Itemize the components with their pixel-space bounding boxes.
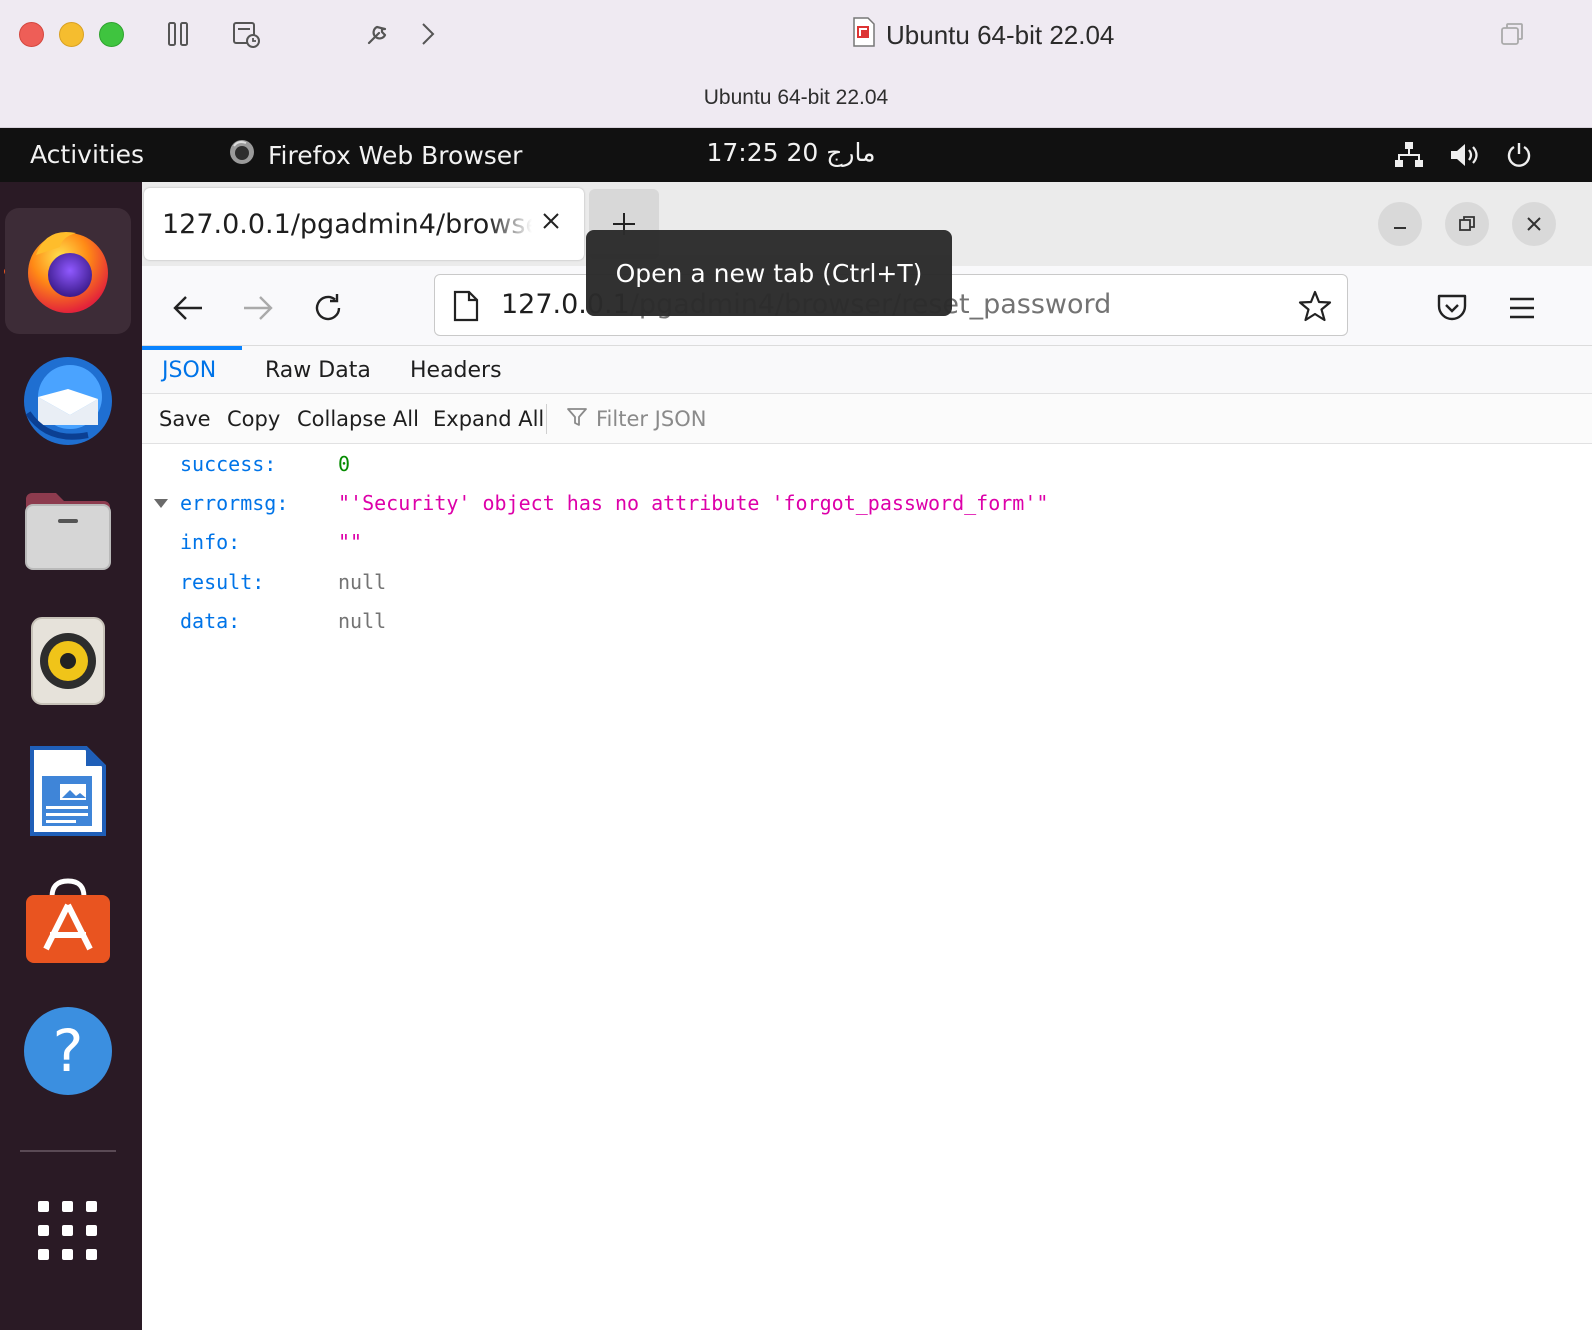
json-key: data: bbox=[180, 609, 241, 633]
json-viewer-tabs: JSON Raw Data Headers bbox=[142, 346, 1592, 394]
pocket-icon[interactable] bbox=[1430, 286, 1474, 330]
reload-icon[interactable] bbox=[306, 286, 350, 330]
filter-icon bbox=[566, 406, 588, 433]
settings-wrench-icon[interactable] bbox=[360, 16, 396, 52]
toolbar-divider bbox=[546, 404, 547, 434]
restore-browser-button[interactable] bbox=[1445, 202, 1489, 246]
zoom-window-button[interactable] bbox=[99, 22, 124, 47]
firefox-icon[interactable] bbox=[5, 208, 131, 334]
vm-document-icon bbox=[852, 16, 876, 54]
vm-window-subtitle: Ubuntu 64-bit 22.04 bbox=[703, 86, 889, 109]
libreoffice-writer-icon[interactable] bbox=[5, 728, 131, 854]
svg-text:?: ? bbox=[53, 1017, 84, 1085]
json-key: success: bbox=[180, 452, 277, 476]
json-key: errormsg: bbox=[180, 491, 289, 515]
filter-placeholder: Filter JSON bbox=[596, 407, 707, 431]
ubuntu-dock: ? bbox=[0, 182, 142, 1330]
json-key: info: bbox=[180, 530, 241, 554]
back-arrow-icon[interactable] bbox=[166, 286, 210, 330]
tab-json[interactable]: JSON bbox=[162, 346, 216, 394]
json-key: result: bbox=[180, 570, 265, 594]
chevron-right-icon[interactable] bbox=[410, 16, 446, 52]
browser-tab[interactable]: 127.0.0.1/pgadmin4/browser/reset_passwor… bbox=[144, 188, 584, 260]
filter-json-input[interactable]: Filter JSON bbox=[566, 394, 706, 444]
minimize-window-button[interactable] bbox=[59, 22, 84, 47]
firefox-window: 127.0.0.1/pgadmin4/browser/reset_passwor… bbox=[142, 182, 1592, 1330]
page-icon bbox=[453, 290, 483, 322]
rhythmbox-icon[interactable] bbox=[5, 598, 131, 724]
json-toolbar: Save Copy Collapse All Expand All Filter… bbox=[142, 394, 1592, 444]
minimize-browser-button[interactable] bbox=[1378, 202, 1422, 246]
vm-window-title-text: Ubuntu 64-bit 22.04 bbox=[886, 19, 1115, 50]
json-row-data[interactable]: data: null bbox=[142, 603, 1592, 639]
ubuntu-top-bar: Activities Firefox Web Browser 17:25 20 … bbox=[0, 128, 1592, 182]
json-row-success[interactable]: success: 0 bbox=[142, 446, 1592, 482]
vm-window-titlebar: Ubuntu 64-bit 22.04 Ubuntu 64-bit 22.04 bbox=[0, 0, 1592, 128]
help-icon[interactable]: ? bbox=[5, 988, 131, 1114]
volume-icon[interactable] bbox=[1448, 138, 1482, 172]
thunderbird-icon[interactable] bbox=[5, 338, 131, 464]
json-row-errormsg[interactable]: errormsg: "'Security' object has no attr… bbox=[142, 485, 1592, 521]
tab-title: 127.0.0.1/pgadmin4/browser/reset_passwor… bbox=[162, 208, 532, 240]
expand-all-button[interactable]: Expand All bbox=[433, 394, 544, 444]
json-value: null bbox=[338, 570, 387, 594]
hamburger-menu-icon[interactable] bbox=[1500, 286, 1544, 330]
clock[interactable]: 17:25 20 مارج bbox=[0, 138, 1592, 167]
json-value: null bbox=[338, 609, 387, 633]
vm-window-title: Ubuntu 64-bit 22.04 bbox=[852, 16, 1114, 54]
save-button[interactable]: Save bbox=[159, 394, 211, 444]
files-icon[interactable] bbox=[5, 468, 131, 594]
json-value: "" bbox=[338, 530, 363, 554]
bookmark-star-icon[interactable] bbox=[1297, 288, 1333, 324]
power-icon[interactable] bbox=[1502, 138, 1536, 172]
new-tab-tooltip: Open a new tab (Ctrl+T) bbox=[586, 230, 952, 316]
pause-icon[interactable] bbox=[160, 16, 196, 52]
json-row-info[interactable]: info: "" bbox=[142, 524, 1592, 560]
collapse-all-button[interactable]: Collapse All bbox=[297, 394, 419, 444]
network-icon[interactable] bbox=[1392, 138, 1426, 172]
copy-button[interactable]: Copy bbox=[227, 394, 280, 444]
close-tab-icon[interactable] bbox=[536, 206, 566, 236]
expand-triangle-icon[interactable] bbox=[154, 499, 168, 508]
app-center-icon[interactable] bbox=[5, 858, 131, 984]
snapshot-icon[interactable] bbox=[228, 16, 264, 52]
close-browser-button[interactable] bbox=[1512, 202, 1556, 246]
tab-raw-data[interactable]: Raw Data bbox=[265, 346, 371, 394]
json-row-result[interactable]: result: null bbox=[142, 564, 1592, 600]
window-overlap-icon[interactable] bbox=[1494, 16, 1530, 52]
json-value: "'Security' object has no attribute 'for… bbox=[338, 491, 1049, 515]
show-apps-icon[interactable] bbox=[5, 1168, 131, 1294]
tab-headers[interactable]: Headers bbox=[410, 346, 502, 394]
forward-arrow-icon[interactable] bbox=[236, 286, 280, 330]
close-window-button[interactable] bbox=[19, 22, 44, 47]
json-value: 0 bbox=[338, 452, 351, 476]
dock-separator bbox=[20, 1150, 116, 1152]
